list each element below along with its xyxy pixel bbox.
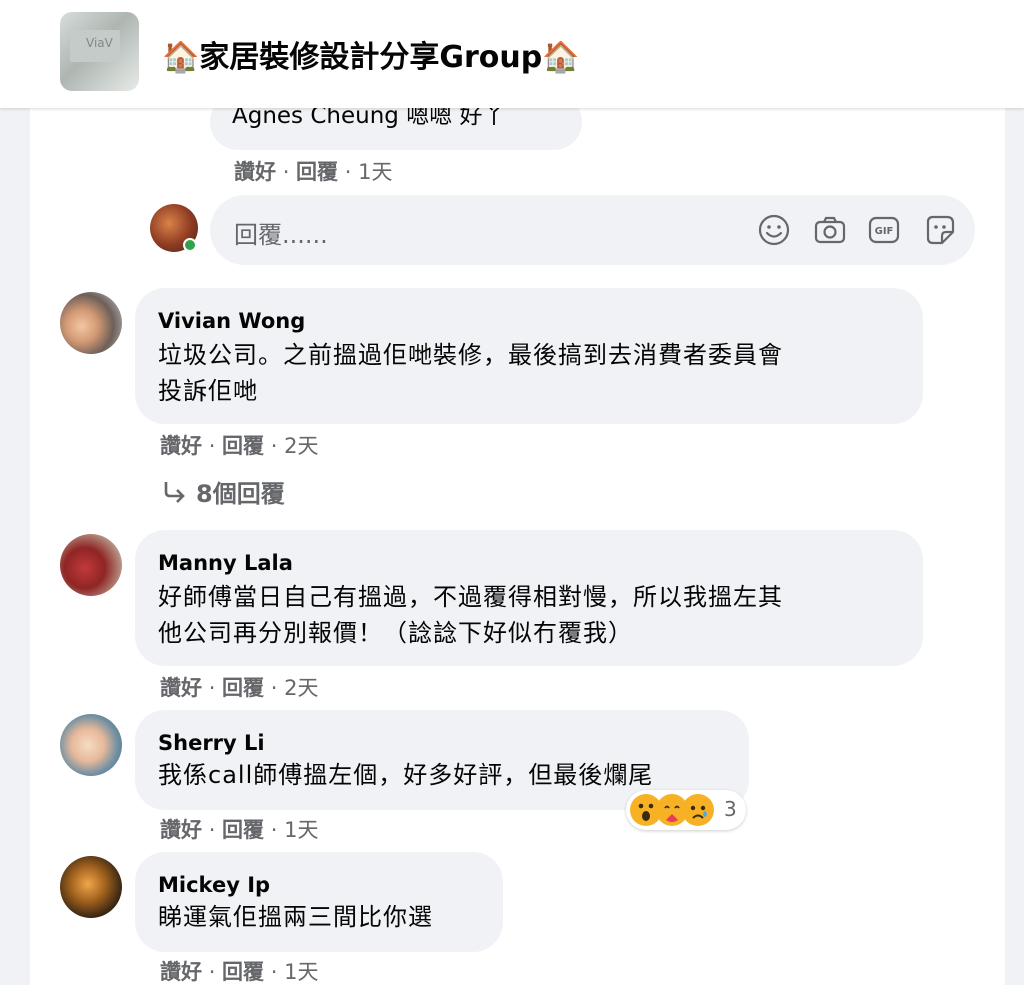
comment-actions: 讚好 · 回覆 · 2天 <box>160 434 319 458</box>
avatar[interactable] <box>60 714 122 776</box>
comment-time[interactable]: 1天 <box>284 960 318 984</box>
comments-panel: Agnes Cheung 嗯嗯 好丫 讚好 · 回覆 · 1天 回覆......… <box>30 108 1005 985</box>
emoji-icon[interactable] <box>756 212 792 248</box>
gif-icon[interactable]: GIF <box>866 212 902 248</box>
group-header: 🏠家居裝修設計分享Group🏠 <box>0 0 1024 108</box>
comment-text-line: 好師傅當日自己有搵過，不過覆得相對慢，所以我搵左其 <box>158 583 783 611</box>
comment-actions: 讚好 · 回覆 · 1天 <box>160 960 319 984</box>
avatar[interactable] <box>60 534 122 596</box>
wow-icon <box>630 794 662 826</box>
comment-author[interactable]: Mickey Ip <box>158 873 270 897</box>
reply-action[interactable]: 回覆 <box>222 818 264 842</box>
comment-actions: 讚好 · 回覆 · 2天 <box>160 676 319 700</box>
like-action[interactable]: 讚好 <box>160 960 202 984</box>
online-status-dot <box>183 238 197 252</box>
comment-author[interactable]: Manny Lala <box>158 551 293 575</box>
like-action[interactable]: 讚好 <box>160 434 202 458</box>
reply-action[interactable]: 回覆 <box>296 160 338 184</box>
comment-text: Agnes Cheung 嗯嗯 好丫 <box>232 108 506 129</box>
avatar[interactable] <box>60 292 122 354</box>
sticker-icon[interactable] <box>922 212 958 248</box>
camera-icon[interactable] <box>812 212 848 248</box>
view-replies-label: 8個回覆 <box>196 480 285 508</box>
view-replies-link[interactable]: 8個回覆 <box>160 474 285 510</box>
comment-author[interactable]: Sherry Li <box>158 731 265 755</box>
reaction-count: 3 <box>724 797 737 821</box>
reply-placeholder: 回覆...... <box>234 221 328 249</box>
comment-actions: 讚好 · 回覆 · 1天 <box>160 818 319 842</box>
comment-text-line: 我係call師傅搵左個，好多好評，但最後爛尾 <box>158 761 654 789</box>
comment-time[interactable]: 2天 <box>284 676 318 700</box>
reply-arrow-icon <box>160 480 188 510</box>
group-title[interactable]: 🏠家居裝修設計分享Group🏠 <box>162 32 580 76</box>
svg-text:GIF: GIF <box>875 226 894 237</box>
comment-text-line: 他公司再分別報價！（諗諗下好似冇覆我） <box>158 619 633 647</box>
comment-text-line: 投訴佢哋 <box>158 377 258 405</box>
reply-input[interactable]: 回覆...... GIF <box>210 195 975 265</box>
avatar[interactable] <box>60 856 122 918</box>
like-action[interactable]: 讚好 <box>160 676 202 700</box>
comment-time[interactable]: 1天 <box>284 818 318 842</box>
reactions-summary[interactable]: 3 <box>626 790 746 830</box>
group-avatar[interactable] <box>60 12 139 91</box>
like-action[interactable]: 讚好 <box>160 818 202 842</box>
reply-action[interactable]: 回覆 <box>222 960 264 984</box>
comment-time[interactable]: 2天 <box>284 434 318 458</box>
comment-text-line: 垃圾公司。之前搵過佢哋裝修，最後搞到去消費者委員會 <box>158 341 783 369</box>
comment-text-line: 睇運氣佢搵兩三間比你選 <box>158 903 433 931</box>
reply-action[interactable]: 回覆 <box>222 434 264 458</box>
reply-action[interactable]: 回覆 <box>222 676 264 700</box>
comment-author[interactable]: Vivian Wong <box>158 309 305 333</box>
comment-time[interactable]: 1天 <box>358 160 392 184</box>
like-action[interactable]: 讚好 <box>234 160 276 184</box>
comment-actions: 讚好 · 回覆 · 1天 <box>234 160 393 184</box>
